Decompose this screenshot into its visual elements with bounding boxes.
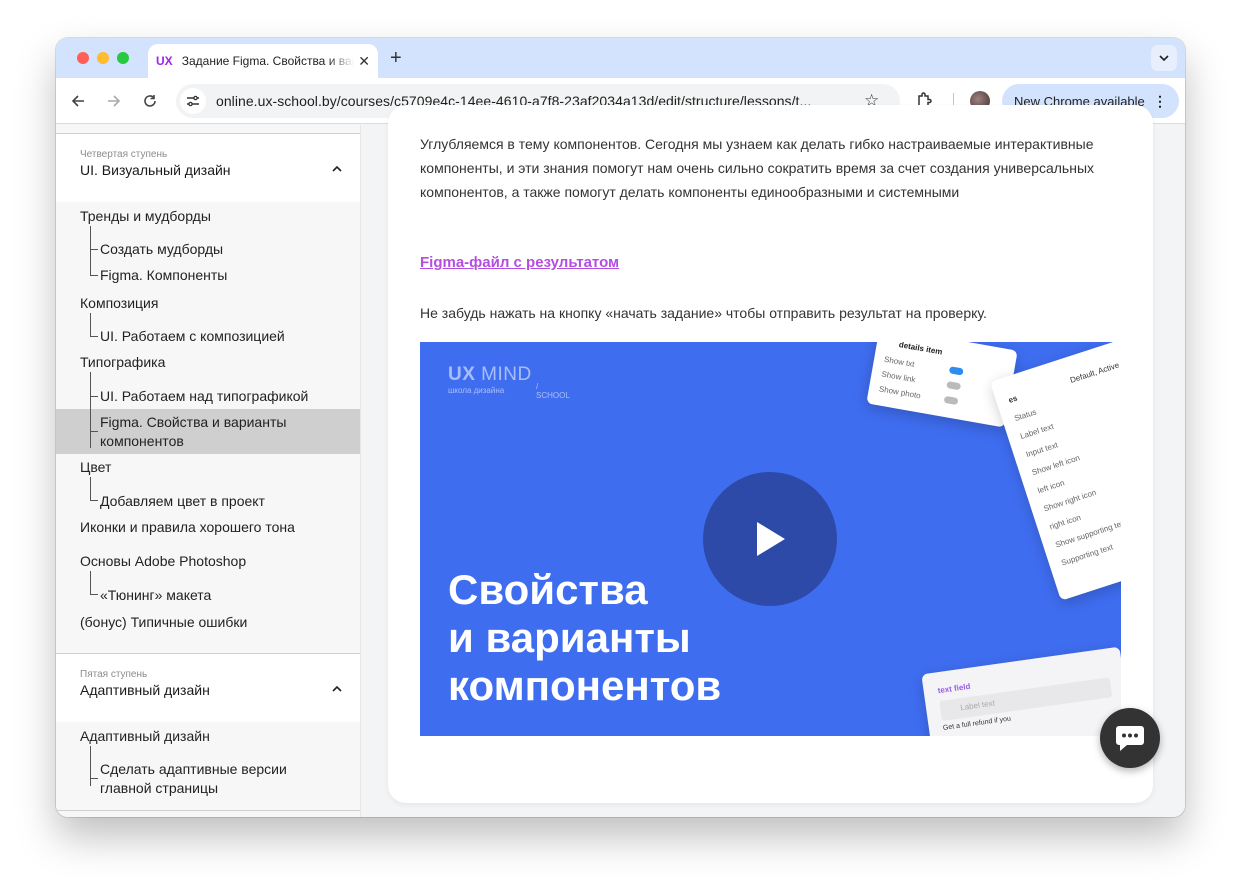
ux-mind-logo: UX MIND школа дизайна / SCHOOL (448, 364, 570, 400)
browser-window: UX Задание Figma. Свойства и варианты ко… (56, 38, 1185, 817)
tree-line (90, 226, 91, 275)
site-info-icon[interactable] (180, 88, 206, 114)
sub-lesson-item[interactable]: Создать мудборды (100, 240, 223, 259)
tree-line (90, 477, 91, 500)
play-icon (757, 522, 785, 556)
forward-button[interactable] (104, 91, 124, 111)
video-title: Свойства и варианты компонентов (448, 566, 722, 709)
tree-line (90, 313, 91, 336)
lesson-item[interactable]: Композиция (80, 295, 158, 311)
lesson-item[interactable]: Типографика (80, 354, 165, 370)
close-tab-icon[interactable]: ✕ (358, 53, 370, 70)
section-title: Адаптивный дизайн (80, 682, 210, 698)
section-header[interactable]: Пятая ступень Адаптивный дизайн (56, 654, 360, 722)
sub-lesson-item[interactable]: UI. Работаем с композицией (100, 327, 285, 346)
tree-branch (90, 431, 98, 432)
lesson-item[interactable]: Адаптивный дизайн (80, 728, 210, 744)
section-header[interactable]: Четвертая ступень UI. Визуальный дизайн (56, 134, 360, 202)
tab-strip: UX Задание Figma. Свойства и варианты ко… (56, 38, 1185, 78)
intro-text: Углубляемся в тему компонентов. Сегодня … (420, 136, 1095, 200)
tab-title: Задание Figma. Свойства и варианты компо… (181, 54, 355, 68)
figma-file-link[interactable]: Figma-файл с результатом (420, 254, 619, 271)
section-title: UI. Визуальный дизайн (80, 162, 231, 178)
lesson-item[interactable]: Цвет (80, 459, 111, 475)
tree-branch (90, 336, 98, 337)
arrow-left-icon (71, 95, 84, 107)
sub-lesson-item-active[interactable]: Figma. Свойства и варианты компонентов (100, 413, 320, 451)
arrow-right-icon (108, 95, 121, 107)
section-subtitle: Четвертая ступень (80, 149, 168, 160)
close-window-button[interactable] (77, 52, 89, 64)
tree-branch (90, 249, 98, 250)
chat-bubble-icon (1116, 726, 1144, 751)
chat-button[interactable] (1100, 708, 1160, 768)
chevron-down-icon (1159, 55, 1169, 61)
tree-branch (90, 778, 98, 779)
divider (56, 810, 360, 811)
back-button[interactable] (68, 91, 88, 111)
browser-tab[interactable]: UX Задание Figma. Свойства и варианты ко… (148, 44, 378, 78)
figma-panel-properties: es Default, Active Status Label text Inpu… (990, 342, 1121, 601)
lesson-item[interactable]: Основы Adobe Photoshop (80, 553, 246, 569)
course-sidebar[interactable]: Четвертая ступень UI. Визуальный дизайн … (56, 125, 361, 817)
sub-lesson-item[interactable]: Figma. Компоненты (100, 266, 227, 285)
tab-search-button[interactable] (1151, 45, 1177, 71)
reload-icon (144, 95, 156, 107)
tree-line (90, 372, 91, 448)
new-tab-button[interactable]: + (390, 47, 402, 70)
favicon-icon: UX (156, 54, 173, 68)
lesson-item[interactable]: (бонус) Типичные ошибки (80, 614, 247, 630)
figma-panel-text-field: text field Label text Get a full refund … (921, 646, 1121, 736)
chevron-up-icon[interactable] (332, 686, 342, 692)
lesson-item[interactable]: Иконки и правила хорошего тона (80, 519, 295, 535)
section-subtitle: Пятая ступень (80, 669, 148, 680)
sub-lesson-item[interactable]: «Тюнинг» макета (100, 586, 211, 605)
tree-branch (90, 594, 98, 595)
reminder-text: Не забудь нажать на кнопку «начать задан… (420, 305, 987, 321)
tree-branch (90, 396, 98, 397)
tree-branch (90, 275, 98, 276)
video-player[interactable]: UX MIND школа дизайна / SCHOOL details i… (420, 342, 1121, 736)
chevron-up-icon[interactable] (332, 166, 342, 172)
tree-branch (90, 500, 98, 501)
more-vert-icon[interactable]: ⋮ (1153, 93, 1167, 110)
maximize-window-button[interactable] (117, 52, 129, 64)
reload-button[interactable] (140, 91, 160, 111)
minimize-window-button[interactable] (97, 52, 109, 64)
sub-lesson-item[interactable]: Сделать адаптивные версии главной страни… (100, 760, 330, 798)
tree-line (90, 746, 91, 786)
sub-lesson-item[interactable]: UI. Работаем над типографикой (100, 387, 308, 406)
lesson-item[interactable]: Тренды и мудборды (80, 208, 211, 224)
tree-line (90, 571, 91, 594)
page-content: Четвертая ступень UI. Визуальный дизайн … (56, 105, 1185, 817)
play-button[interactable] (703, 472, 837, 606)
sub-lesson-item[interactable]: Добавляем цвет в проект (100, 492, 265, 511)
